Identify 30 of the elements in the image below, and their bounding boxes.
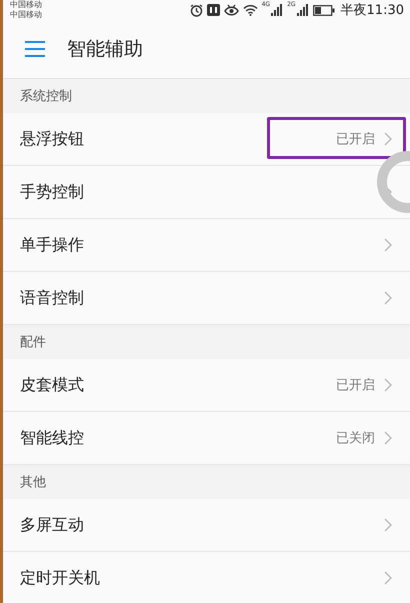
alarm-icon (190, 4, 203, 16)
settings-item[interactable]: 多屏互动 (3, 499, 410, 552)
status-time: 半夜11:30 (340, 2, 404, 19)
settings-item[interactable]: 语音控制 (3, 272, 410, 325)
page-title: 智能辅助 (67, 37, 143, 62)
battery-icon (312, 4, 335, 16)
chevron-icon (384, 431, 392, 445)
wifi-icon (242, 4, 258, 16)
settings-item[interactable]: 手势控制 (3, 166, 410, 219)
hd-icon (206, 4, 220, 16)
settings-item[interactable]: 定时开关机 (3, 552, 410, 603)
section-header: 配件 (19, 334, 47, 352)
signal-icon (296, 4, 309, 16)
chevron-icon (384, 378, 392, 392)
chevron-icon (384, 291, 392, 305)
eye-icon (224, 4, 239, 16)
menu-icon[interactable] (25, 41, 45, 57)
signal-icon (271, 4, 284, 16)
chevron-icon (384, 238, 392, 252)
chevron-icon (384, 571, 392, 585)
chevron-icon (384, 518, 392, 532)
settings-item[interactable]: 皮套模式 已开启 (3, 359, 410, 412)
carrier-name: 中国移动 (10, 10, 42, 19)
carrier-name: 中国移动 (10, 0, 42, 10)
settings-item[interactable]: 智能线控 已关闭 (3, 412, 410, 465)
section-header: 系统控制 (19, 88, 73, 106)
settings-item[interactable]: 单手操作 (3, 219, 410, 272)
chevron-icon (384, 132, 392, 146)
section-header: 其他 (19, 474, 47, 492)
settings-item[interactable]: 悬浮按钮 已开启 (3, 113, 410, 166)
